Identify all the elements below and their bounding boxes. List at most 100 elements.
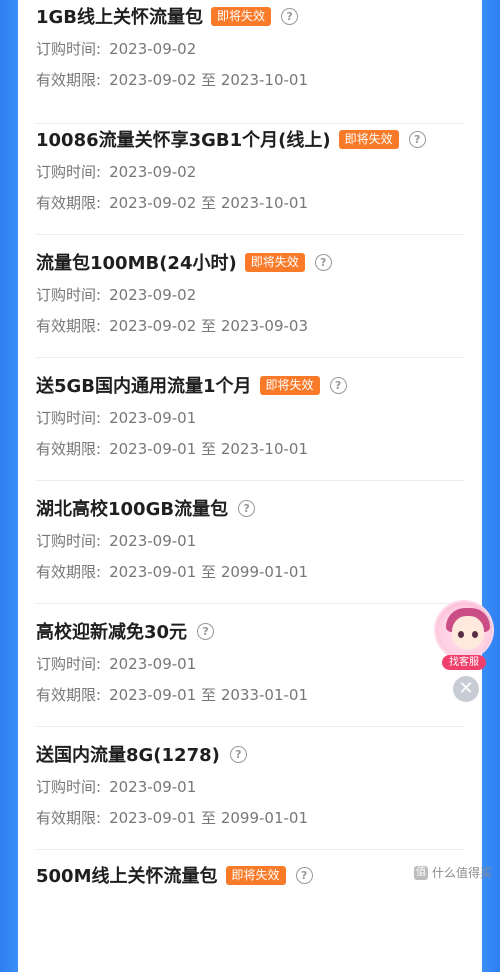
valid-to: 2033-01-01 (220, 686, 309, 704)
order-time-row: 订购时间: 2023-09-02 (36, 161, 196, 182)
item-title-row: 1GB线上关怀流量包 即将失效 ? (36, 1, 299, 31)
watermark: 值 什么值得买 (413, 864, 492, 881)
valid-period-row: 有效期限: 2023-09-02 至 2023-10-01 (36, 69, 308, 90)
list-item[interactable]: 送5GB国内通用流量1个月 即将失效 ? 订购时间: 2023-09-01 有效期… (36, 357, 464, 481)
order-time-label: 订购时间: (36, 163, 102, 181)
valid-from: 2023-09-01 (109, 686, 197, 704)
order-time-row: 订购时间: 2023-09-02 (36, 284, 196, 305)
item-title-row: 流量包100MB(24小时) 即将失效 ? (36, 247, 332, 277)
valid-period-row: 有效期限: 2023-09-01 至 2033-01-01 (36, 684, 308, 705)
to-label: 至 (201, 71, 217, 89)
valid-period-label: 有效期限: (36, 71, 102, 89)
order-time-row: 订购时间: 2023-09-01 (36, 407, 196, 428)
list-item[interactable]: 高校迎新减免30元 ? 订购时间: 2023-09-01 有效期限: 2023-09… (36, 603, 464, 727)
valid-to: 2023-10-01 (220, 194, 309, 212)
item-title: 10086流量关怀享3GB1个月(线上) (36, 130, 331, 151)
subscription-list: 1GB线上关怀流量包 即将失效 ? 订购时间: 2023-09-02 有效期限: 2… (18, 0, 482, 887)
valid-period-label: 有效期限: (36, 317, 102, 335)
list-item[interactable]: 1GB线上关怀流量包 即将失效 ? 订购时间: 2023-09-02 有效期限: 2… (36, 0, 464, 124)
avatar-face (452, 616, 484, 650)
customer-service-float[interactable]: 找客服 (432, 600, 496, 672)
item-title-row: 送5GB国内通用流量1个月 即将失效 ? (36, 370, 347, 400)
order-time-label: 订购时间: (36, 778, 102, 796)
expiring-badge: 即将失效 (244, 252, 305, 272)
valid-period-row: 有效期限: 2023-09-01 至 2099-01-01 (36, 561, 308, 582)
order-date: 2023-09-01 (109, 409, 197, 427)
valid-from: 2023-09-01 (109, 440, 197, 458)
valid-from: 2023-09-01 (109, 563, 197, 581)
valid-from: 2023-09-01 (109, 809, 197, 827)
help-icon[interactable]: ? (295, 866, 313, 884)
valid-period-row: 有效期限: 2023-09-02 至 2023-09-03 (36, 315, 308, 336)
item-title-row: 送国内流量8G(1278) ? (36, 739, 247, 769)
list-item[interactable]: 流量包100MB(24小时) 即将失效 ? 订购时间: 2023-09-02 有效… (36, 234, 464, 358)
item-title-row: 湖北高校100GB流量包 ? (36, 493, 256, 523)
expiring-badge: 即将失效 (225, 865, 286, 885)
item-title: 流量包100MB(24小时) (36, 253, 237, 274)
valid-to: 2099-01-01 (220, 563, 309, 581)
order-time-label: 订购时间: (36, 286, 102, 304)
order-time-label: 订购时间: (36, 655, 102, 673)
watermark-logo-icon: 值 (413, 865, 428, 880)
help-icon[interactable]: ? (238, 499, 256, 517)
order-time-label: 订购时间: (36, 532, 102, 550)
help-icon[interactable]: ? (197, 622, 215, 640)
help-icon[interactable]: ? (229, 745, 247, 763)
list-item[interactable]: 送国内流量8G(1278) ? 订购时间: 2023-09-01 有效期限: 202… (36, 726, 464, 850)
close-icon[interactable]: ✕ (453, 676, 479, 702)
to-label: 至 (201, 563, 217, 581)
order-time-row: 订购时间: 2023-09-01 (36, 776, 196, 797)
valid-period-row: 有效期限: 2023-09-01 至 2023-10-01 (36, 438, 308, 459)
help-icon[interactable]: ? (408, 130, 426, 148)
order-date: 2023-09-01 (109, 778, 197, 796)
item-title: 高校迎新减免30元 (36, 622, 188, 643)
help-icon[interactable]: ? (281, 7, 299, 25)
to-label: 至 (201, 317, 217, 335)
valid-from: 2023-09-02 (109, 71, 197, 89)
item-title-row: 500M线上关怀流量包 即将失效 ? (36, 860, 313, 890)
valid-period-label: 有效期限: (36, 440, 102, 458)
order-time-row: 订购时间: 2023-09-01 (36, 653, 196, 674)
valid-to: 2023-09-03 (220, 317, 309, 335)
to-label: 至 (201, 809, 217, 827)
to-label: 至 (201, 194, 217, 212)
valid-from: 2023-09-02 (109, 194, 197, 212)
order-date: 2023-09-01 (109, 655, 197, 673)
item-title: 湖北高校100GB流量包 (36, 499, 229, 520)
expiring-badge: 即将失效 (211, 6, 272, 26)
order-date: 2023-09-01 (109, 532, 197, 550)
item-title: 1GB线上关怀流量包 (36, 7, 204, 28)
order-time-row: 订购时间: 2023-09-02 (36, 38, 196, 59)
to-label: 至 (201, 440, 217, 458)
item-title: 送国内流量8G(1278) (36, 745, 220, 766)
order-date: 2023-09-02 (109, 286, 197, 304)
to-label: 至 (201, 686, 217, 704)
avatar-eye-right (472, 631, 478, 638)
item-title: 送5GB国内通用流量1个月 (36, 376, 252, 397)
item-title-row: 高校迎新减免30元 ? (36, 616, 215, 646)
valid-to: 2099-01-01 (220, 809, 309, 827)
valid-period-label: 有效期限: (36, 563, 102, 581)
help-icon[interactable]: ? (314, 253, 332, 271)
list-item[interactable]: 10086流量关怀享3GB1个月(线上) 即将失效 ? 订购时间: 2023-09… (36, 111, 464, 235)
valid-period-label: 有效期限: (36, 194, 102, 212)
valid-period-row: 有效期限: 2023-09-02 至 2023-10-01 (36, 192, 308, 213)
valid-to: 2023-10-01 (220, 71, 309, 89)
valid-from: 2023-09-02 (109, 317, 197, 335)
expiring-badge: 即将失效 (338, 129, 399, 149)
order-time-label: 订购时间: (36, 409, 102, 427)
help-icon[interactable]: ? (329, 376, 347, 394)
list-item[interactable]: 500M线上关怀流量包 即将失效 ? (36, 849, 464, 972)
order-time-label: 订购时间: (36, 40, 102, 58)
valid-period-label: 有效期限: (36, 686, 102, 704)
expiring-badge: 即将失效 (259, 375, 320, 395)
watermark-text: 什么值得买 (431, 866, 492, 880)
customer-service-label: 找客服 (442, 655, 486, 670)
order-date: 2023-09-02 (109, 40, 197, 58)
order-date: 2023-09-02 (109, 163, 197, 181)
valid-period-row: 有效期限: 2023-09-01 至 2099-01-01 (36, 807, 308, 828)
customer-service-avatar-icon (436, 602, 492, 658)
list-item[interactable]: 湖北高校100GB流量包 ? 订购时间: 2023-09-01 有效期限: 2023… (36, 480, 464, 604)
item-title-row: 10086流量关怀享3GB1个月(线上) 即将失效 ? (36, 124, 426, 154)
order-time-row: 订购时间: 2023-09-01 (36, 530, 196, 551)
